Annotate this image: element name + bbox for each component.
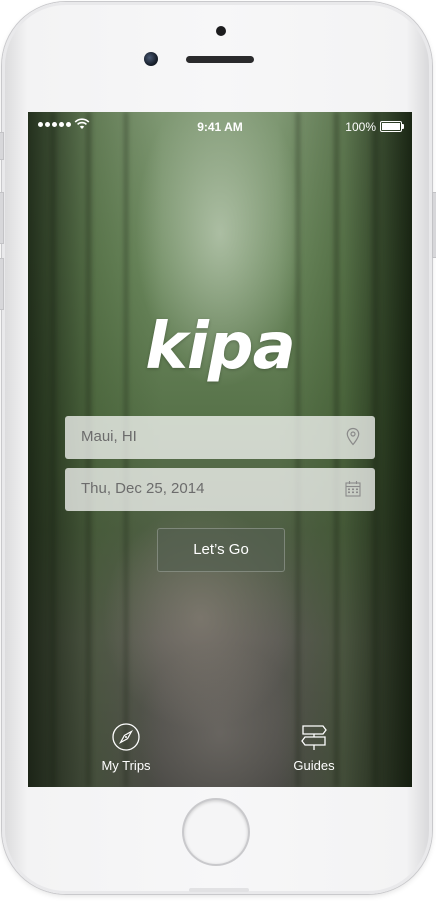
tab-guides-label: Guides xyxy=(293,758,335,773)
tab-my-trips-label: My Trips xyxy=(101,758,151,773)
signpost-icon xyxy=(301,725,327,750)
power-button xyxy=(432,192,436,258)
compass-icon xyxy=(112,723,140,751)
volume-up-button xyxy=(0,192,4,244)
mute-switch xyxy=(0,132,4,160)
volume-down-button xyxy=(0,258,4,310)
proximity-sensor xyxy=(216,26,226,36)
lets-go-button[interactable]: Let’s Go xyxy=(157,528,285,572)
home-button[interactable] xyxy=(184,800,248,864)
app-logo: kipa xyxy=(145,310,296,384)
status-bar: 9:41 AM 100% xyxy=(28,112,412,140)
tab-my-trips[interactable]: My Trips xyxy=(81,722,171,773)
battery-icon xyxy=(380,121,404,132)
location-field[interactable]: Maui, HI xyxy=(65,416,375,459)
earpiece-speaker xyxy=(186,56,254,63)
calendar-icon xyxy=(345,481,361,497)
location-value: Maui, HI xyxy=(81,428,137,445)
date-value: Thu, Dec 25, 2014 xyxy=(81,480,205,497)
phone-frame: 9:41 AM 100% kipa Maui, HI Thu, Dec 25, … xyxy=(0,2,436,894)
date-field[interactable]: Thu, Dec 25, 2014 xyxy=(65,468,375,511)
location-pin-icon xyxy=(346,427,360,446)
front-camera xyxy=(144,52,158,66)
tab-guides[interactable]: Guides xyxy=(269,722,359,773)
app-screen: 9:41 AM 100% kipa Maui, HI Thu, Dec 25, … xyxy=(28,112,412,787)
battery-percentage: 100% xyxy=(345,120,376,134)
phone-bottom-edge xyxy=(189,888,249,892)
